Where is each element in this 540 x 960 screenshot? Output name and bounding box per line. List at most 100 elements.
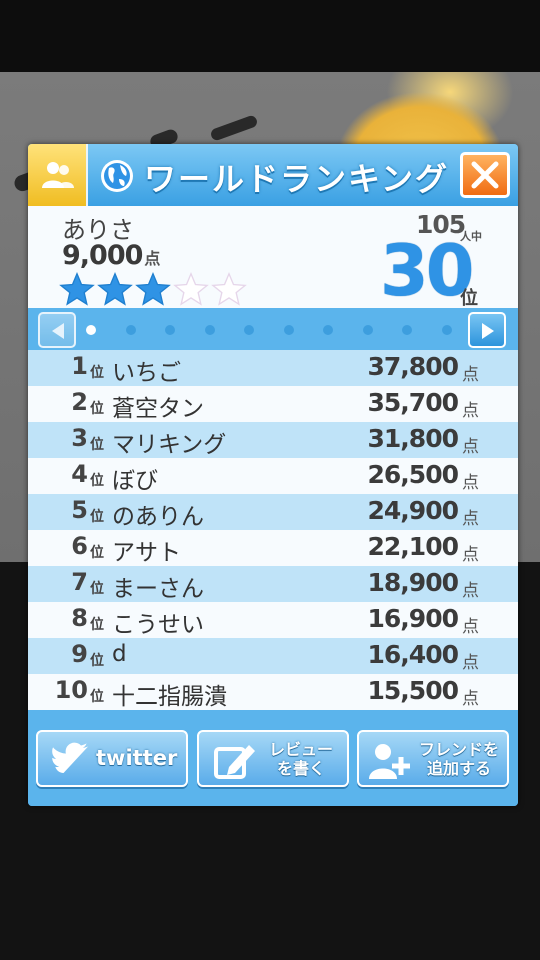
row-score-unit: 点 xyxy=(462,473,479,493)
ranking-row: 7 位まーさん 18,900 点 xyxy=(28,566,518,602)
page-dot xyxy=(86,325,96,335)
row-score-unit: 点 xyxy=(462,437,479,457)
row-player-name: こうせい xyxy=(112,612,204,638)
page-dot xyxy=(362,325,373,335)
friend-button-label: フレンドを 追加する xyxy=(411,740,507,778)
row-player-name: 十二指腸潰 xyxy=(112,684,227,710)
row-rank: 1 xyxy=(71,352,88,380)
page-dot xyxy=(165,325,175,335)
ranking-row: 6 位アサト 22,100 点 xyxy=(28,530,518,566)
add-friend-icon xyxy=(369,744,410,779)
row-score-unit: 点 xyxy=(462,365,479,385)
row-score-unit: 点 xyxy=(462,653,479,673)
row-player-name: のありん xyxy=(112,504,204,530)
row-rank-unit: 位 xyxy=(90,401,104,417)
row-score-unit: 点 xyxy=(462,401,479,421)
page-dot xyxy=(283,325,294,335)
row-score-unit: 点 xyxy=(462,545,479,565)
row-score: 16,400 xyxy=(367,640,459,669)
row-rank-unit: 位 xyxy=(90,509,104,525)
my-rank-unit: 位 xyxy=(460,288,478,309)
row-player-name: 蒼空タン xyxy=(112,396,204,422)
row-score: 35,700 xyxy=(367,388,459,417)
pencil-note-icon xyxy=(214,745,255,779)
ranking-row: 5 位のありん 24,900 点 xyxy=(28,494,518,530)
page-dot xyxy=(441,325,452,335)
row-rank-unit: 位 xyxy=(90,689,104,705)
twitter-bird-icon xyxy=(52,742,89,773)
twitter-button-label: twitter xyxy=(96,746,178,770)
page-dot xyxy=(244,325,254,335)
row-rank-unit: 位 xyxy=(90,581,104,597)
row-rank: 7 xyxy=(71,568,88,596)
row-rank: 9 xyxy=(71,640,88,668)
star-filled-icon xyxy=(135,272,171,306)
row-score-unit: 点 xyxy=(462,689,479,709)
star-filled-icon xyxy=(97,272,133,306)
ranking-row: 10 位十二指腸潰 15,500 点 xyxy=(28,674,518,710)
row-score: 24,900 xyxy=(367,496,459,525)
action-bar: twitter レビュー を書く フレンドを 追加する xyxy=(28,712,518,806)
row-rank-unit: 位 xyxy=(90,473,104,489)
row-player-name: まーさん xyxy=(112,576,204,602)
friend-label-line2: 追加する xyxy=(426,759,491,778)
close-icon xyxy=(471,161,499,189)
row-rank: 3 xyxy=(71,424,88,452)
my-ranking-panel: ありさ 9,000 点 105 人中 30 位 xyxy=(28,206,518,312)
row-rank-unit: 位 xyxy=(90,365,104,381)
twitter-button[interactable]: twitter xyxy=(36,730,188,787)
row-score: 15,500 xyxy=(367,676,459,705)
prev-page-button[interactable] xyxy=(38,312,76,348)
row-rank: 5 xyxy=(71,496,88,524)
row-player-name: ぼび xyxy=(112,468,158,494)
ranking-row: 4 位ぼび 26,500 点 xyxy=(28,458,518,494)
page-dot xyxy=(402,325,412,335)
friends-icon xyxy=(42,162,74,188)
star-empty-icon xyxy=(211,272,247,306)
friend-label-line1: フレンドを xyxy=(418,740,499,759)
world-ranking-dialog: ワールドランキング ありさ 9,000 点 105 人中 30 位 1 位いちご 37… xyxy=(28,144,518,806)
row-rank: 2 xyxy=(71,388,88,416)
row-score: 37,800 xyxy=(367,352,459,381)
ranking-list: 1 位いちご 37,800 点 2 位蒼空タン 35,700 点 3 位マリキング 31,800 点 4… xyxy=(28,350,518,712)
add-friend-button[interactable]: フレンドを 追加する xyxy=(357,730,509,787)
row-score: 18,900 xyxy=(367,568,459,597)
page-indicator xyxy=(28,308,518,352)
my-rank: 30 xyxy=(380,230,474,312)
row-score-unit: 点 xyxy=(462,581,479,601)
row-rank: 6 xyxy=(71,532,88,560)
row-score: 31,800 xyxy=(367,424,459,453)
row-rank-unit: 位 xyxy=(90,437,104,453)
friends-tab[interactable] xyxy=(28,144,88,206)
row-player-name: アサト xyxy=(112,540,181,566)
row-rank: 4 xyxy=(71,460,88,488)
row-player-name: d xyxy=(112,641,127,667)
write-review-button[interactable]: レビュー を書く xyxy=(197,730,349,787)
row-rank-unit: 位 xyxy=(90,545,104,561)
ranking-row: 3 位マリキング 31,800 点 xyxy=(28,422,518,458)
page-dot xyxy=(204,325,215,335)
globe-icon xyxy=(101,160,133,192)
close-button[interactable] xyxy=(460,152,510,198)
review-label-line1: レビュー xyxy=(268,740,333,759)
review-label-line2: を書く xyxy=(276,759,325,778)
page-dot xyxy=(125,325,136,335)
row-rank: 10 xyxy=(54,676,88,704)
star-rating xyxy=(58,272,248,306)
star-filled-icon xyxy=(59,272,95,306)
row-rank-unit: 位 xyxy=(90,617,104,633)
left-arrow-icon xyxy=(52,323,64,339)
ranking-row: 8 位こうせい 16,900 点 xyxy=(28,602,518,638)
ranking-row: 9 位 d 16,400 点 xyxy=(28,638,518,674)
my-score: 9,000 点 xyxy=(62,240,160,271)
title-bar: ワールドランキング xyxy=(28,144,518,206)
next-page-button[interactable] xyxy=(468,312,506,348)
page-dot xyxy=(323,325,333,335)
row-score-unit: 点 xyxy=(462,509,479,529)
row-rank: 8 xyxy=(71,604,88,632)
right-arrow-icon xyxy=(482,323,494,339)
row-score: 22,100 xyxy=(367,532,459,561)
row-score: 16,900 xyxy=(367,604,459,633)
ranking-row: 2 位蒼空タン 35,700 点 xyxy=(28,386,518,422)
row-player-name: マリキング xyxy=(112,432,227,458)
